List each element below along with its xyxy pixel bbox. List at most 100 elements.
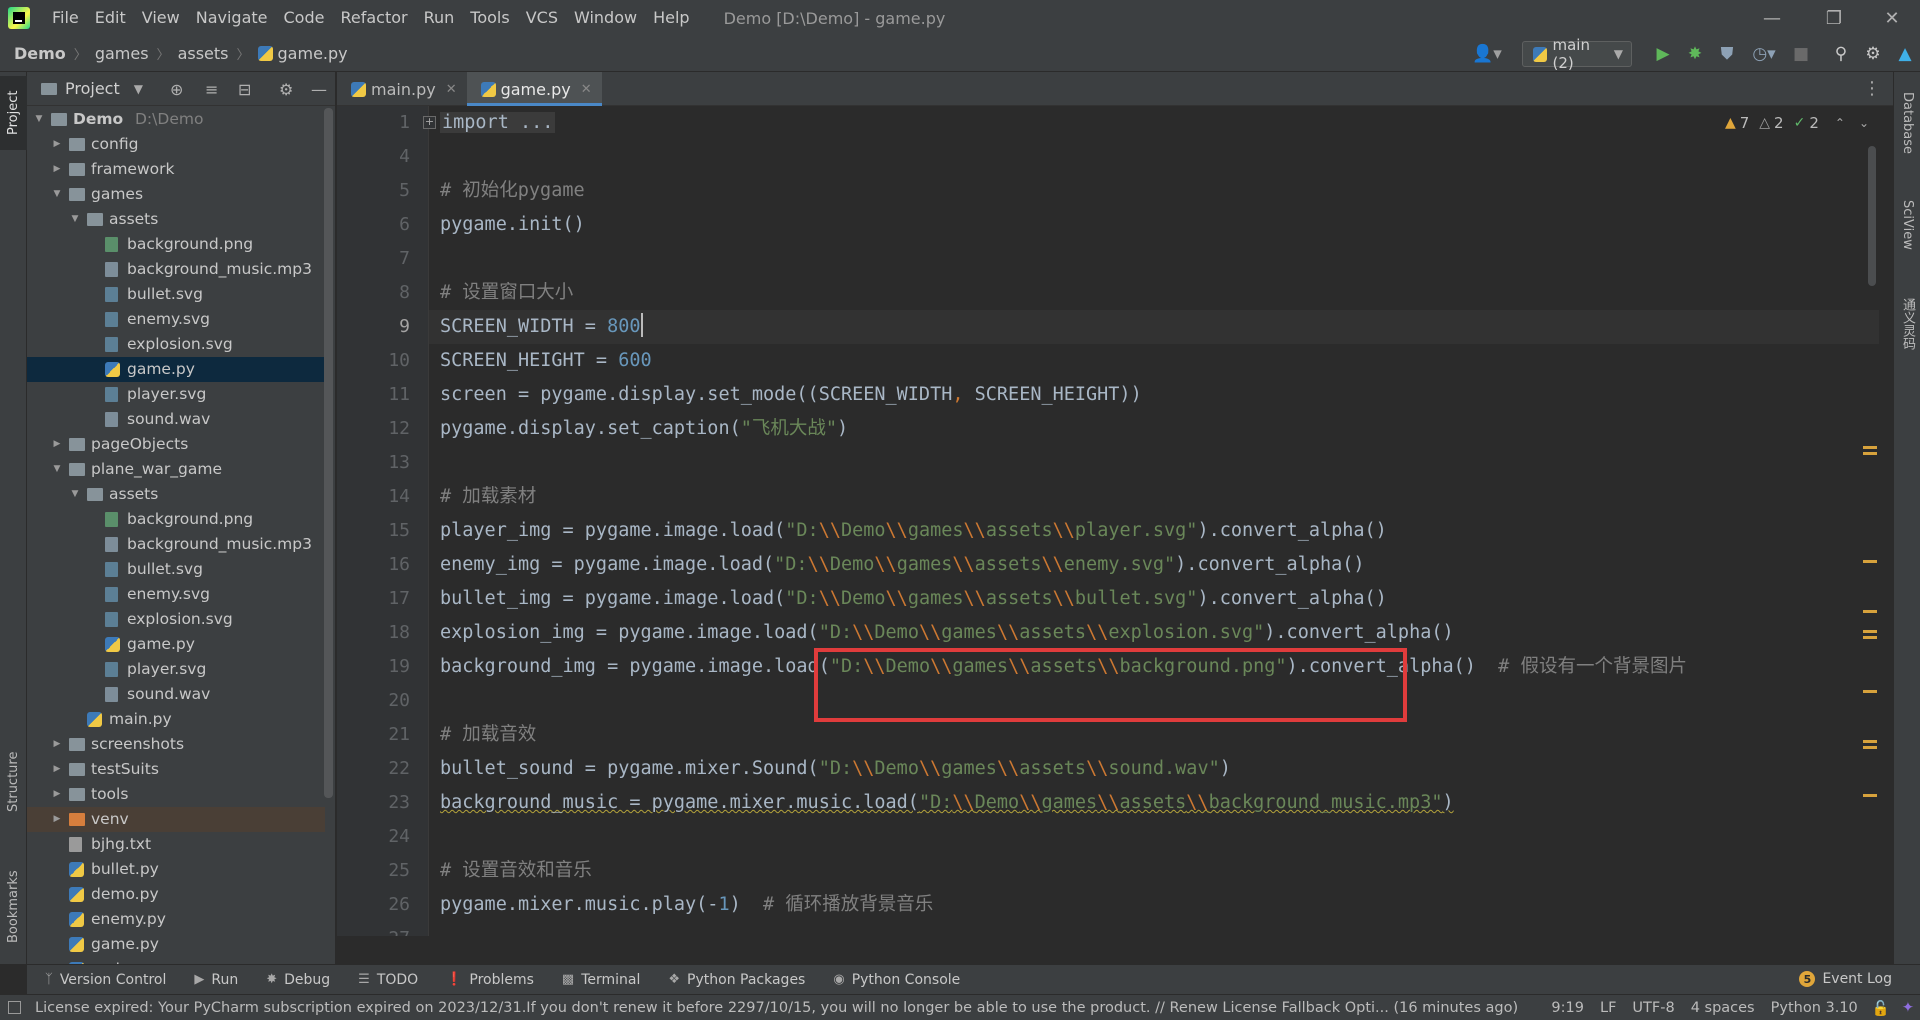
tree-item[interactable]: bullet.svg (27, 282, 325, 307)
chevron-right-icon[interactable]: ▶ (51, 732, 63, 757)
python-interpreter[interactable]: Python 3.10 (1771, 1000, 1858, 1016)
tool-tab-tongyi-lingma[interactable]: 通义灵码 (1894, 284, 1920, 364)
expand-all-icon[interactable]: ≡ (205, 80, 218, 99)
file-encoding[interactable]: UTF-8 (1632, 1000, 1674, 1016)
tool-run[interactable]: ▶ Run (194, 972, 238, 988)
ai-assistant-icon[interactable]: ✦ (1902, 1000, 1914, 1016)
code-line[interactable]: pygame.mixer.music.play(-1) # 循环播放背景音乐 (440, 888, 933, 922)
warning-stripe-mark[interactable] (1863, 446, 1877, 449)
caret-position[interactable]: 9:19 (1551, 1000, 1584, 1016)
chevron-down-icon[interactable]: ▼ (51, 182, 63, 207)
chevron-down-icon[interactable]: ▼ (69, 482, 81, 507)
tab-game-py[interactable]: game.py ✕ (466, 72, 602, 106)
debug-icon[interactable]: ✸ (1684, 43, 1706, 65)
code-area[interactable]: import ... # 初始化pygame pygame.init() # 设置窗口… (440, 106, 1879, 936)
tool-tab-structure[interactable]: Structure (0, 742, 27, 822)
menu-navigate[interactable]: Navigate (188, 0, 276, 36)
indent-setting[interactable]: 4 spaces (1691, 1000, 1755, 1016)
plugin-icon[interactable]: ▲ (1894, 43, 1916, 65)
previous-highlight-icon[interactable]: ⌃ (1835, 116, 1845, 130)
warning-stripe-mark[interactable] (1863, 560, 1877, 563)
profile-icon[interactable]: ◷▾ (1748, 43, 1780, 65)
tree-item[interactable]: background_music.mp3 (27, 532, 325, 557)
chevron-right-icon[interactable]: ▶ (51, 807, 63, 832)
tree-item[interactable]: background_music.mp3 (27, 257, 325, 282)
code-line[interactable]: pygame.init() (440, 208, 585, 242)
tool-debug[interactable]: ✸ Debug (266, 972, 330, 988)
code-line[interactable]: # 加载音效 (440, 718, 536, 752)
tree-item[interactable]: ▼ Demo D:\Demo (27, 107, 325, 132)
inspection-widget[interactable]: ▲ 7 △ 2 ✓ 2 ⌃ ⌄ (1715, 114, 1869, 132)
breadcrumb-games[interactable]: games (95, 44, 149, 63)
tree-item[interactable]: sound.wav (27, 682, 325, 707)
tree-item[interactable]: enemy.py (27, 907, 325, 932)
code-line[interactable]: screen = pygame.display.set_mode((SCREEN… (440, 378, 1142, 412)
code-line[interactable]: SCREEN_HEIGHT = 600 (440, 344, 652, 378)
typo-count[interactable]: ✓ 2 (1794, 114, 1819, 132)
project-tree-scrollbar[interactable] (324, 108, 333, 798)
tree-item[interactable]: ▶ testSuits (27, 757, 325, 782)
close-tab-icon[interactable]: ✕ (581, 82, 592, 97)
tree-item[interactable]: bjhg.txt (27, 832, 325, 857)
warning-stripe-mark[interactable] (1863, 746, 1877, 749)
status-message[interactable]: License expired: Your PyCharm subscripti… (35, 1000, 1521, 1016)
line-separator[interactable]: LF (1600, 1000, 1616, 1016)
tree-item[interactable]: ▶ pageObjects (27, 432, 325, 457)
tree-item[interactable]: explosion.svg (27, 607, 325, 632)
tree-item[interactable]: ▼ assets (27, 207, 325, 232)
breadcrumb-project[interactable]: Demo (14, 44, 66, 63)
tree-item[interactable]: ▼ games (27, 182, 325, 207)
code-line[interactable]: # 加载素材 (440, 480, 536, 514)
code-line[interactable]: SCREEN_WIDTH = 800 (440, 310, 643, 344)
menu-help[interactable]: Help (645, 0, 697, 36)
tree-item[interactable]: game.py (27, 932, 325, 957)
minimize-button[interactable]: — (1744, 0, 1800, 36)
tree-item[interactable]: bullet.py (27, 857, 325, 882)
tool-version-control[interactable]: ᛉ Version Control (45, 972, 166, 988)
chevron-right-icon[interactable]: ▶ (51, 157, 63, 182)
tree-item[interactable]: game.py (27, 632, 325, 657)
warning-stripe-mark[interactable] (1863, 690, 1877, 693)
tree-item[interactable]: player.svg (27, 657, 325, 682)
menu-edit[interactable]: Edit (87, 0, 134, 36)
menu-file[interactable]: File (44, 0, 87, 36)
breadcrumb-file[interactable]: game.py (278, 44, 348, 63)
tool-python-console[interactable]: ◉ Python Console (833, 972, 960, 988)
close-window-button[interactable]: ✕ (1864, 0, 1920, 36)
tool-python-packages[interactable]: ❖ Python Packages (668, 972, 805, 988)
tree-item[interactable]: background.png (27, 507, 325, 532)
tree-item[interactable]: ▶ tools (27, 782, 325, 807)
tree-item[interactable]: explosion.svg (27, 332, 325, 357)
menu-view[interactable]: View (134, 0, 188, 36)
tool-terminal[interactable]: ▩ Terminal (562, 972, 640, 988)
menu-tools[interactable]: Tools (462, 0, 517, 36)
tool-tab-database[interactable]: Database (1894, 80, 1920, 166)
menu-window[interactable]: Window (566, 0, 645, 36)
tool-tab-sciview[interactable]: SciView (1894, 184, 1920, 266)
code-line[interactable]: explosion_img = pygame.image.load("D:\\D… (440, 616, 1454, 650)
tree-item[interactable]: ▶ screenshots (27, 732, 325, 757)
tree-item[interactable]: bullet.svg (27, 557, 325, 582)
warning-stripe-mark[interactable] (1863, 794, 1877, 797)
chevron-down-icon[interactable]: ▼ (51, 457, 63, 482)
chevron-right-icon[interactable]: ▶ (51, 782, 63, 807)
code-line[interactable]: background_music = pygame.mixer.music.lo… (440, 786, 1454, 820)
tree-item[interactable]: enemy.svg (27, 307, 325, 332)
panel-options-gear-icon[interactable]: ⚙ (279, 80, 293, 99)
chevron-right-icon[interactable]: ▶ (51, 757, 63, 782)
tree-item[interactable]: player.svg (27, 382, 325, 407)
code-line[interactable]: enemy_img = pygame.image.load("D:\\Demo\… (440, 548, 1365, 582)
warning-stripe-mark[interactable] (1863, 630, 1877, 633)
tree-item[interactable]: ▼ assets (27, 482, 325, 507)
tree-item[interactable]: ▼ plane_war_game (27, 457, 325, 482)
code-line[interactable]: pygame.display.set_caption("飞机大战") (440, 412, 848, 446)
chevron-down-icon[interactable]: ▼ (134, 82, 143, 96)
settings-gear-icon[interactable]: ⚙ (1862, 43, 1884, 65)
code-line[interactable]: # 设置窗口大小 (440, 276, 573, 310)
warnings-count[interactable]: ▲ 7 (1725, 114, 1749, 132)
run-configuration-select[interactable]: main (2) ▼ (1522, 36, 1632, 72)
restore-button[interactable]: ❐ (1806, 0, 1862, 36)
tree-item[interactable]: enemy.svg (27, 582, 325, 607)
code-line[interactable]: bullet_sound = pygame.mixer.Sound("D:\\D… (440, 752, 1231, 786)
search-icon[interactable]: ⚲ (1830, 43, 1852, 65)
